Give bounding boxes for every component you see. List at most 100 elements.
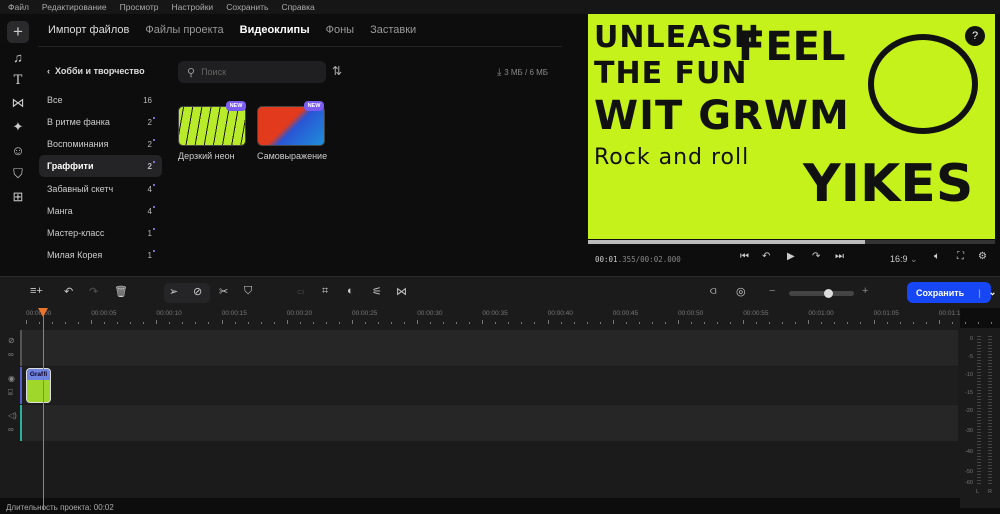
tab-project-files[interactable]: Файлы проекта <box>145 24 223 36</box>
playhead[interactable] <box>43 310 44 510</box>
ruler-tick <box>26 320 27 324</box>
ruler-tick <box>990 322 992 324</box>
help-icon[interactable]: ? <box>965 26 985 46</box>
category-item[interactable]: Все 16 <box>39 89 162 111</box>
zoom-slider-handle[interactable] <box>824 289 833 298</box>
eye-icon[interactable]: ◉ <box>8 374 15 383</box>
sticker-icon[interactable]: ☺ <box>7 139 29 161</box>
menu-help[interactable]: Справка <box>281 2 314 12</box>
category-count: 4 <box>147 183 156 194</box>
skip-start-icon[interactable]: ⏮ <box>740 251 749 262</box>
lock-icon[interactable]: ⌸ <box>8 388 13 398</box>
ruler-tick <box>534 322 536 324</box>
delete-icon[interactable]: 🗑︎ <box>114 285 128 298</box>
step-back-icon[interactable]: ↶ <box>762 251 770 262</box>
adjust-icon[interactable]: ⚟ <box>372 285 382 298</box>
ruler-tick <box>925 322 927 324</box>
cut-icon[interactable]: ✂ <box>219 285 228 298</box>
tab-backgrounds[interactable]: Фоны <box>326 24 354 36</box>
aspect-select[interactable]: 16:9 ⌄ <box>890 254 918 265</box>
speaker-icon[interactable]: ◁) <box>8 411 17 420</box>
ruler-tick <box>508 322 510 324</box>
ruler-label: 00:00:10 <box>156 310 182 317</box>
music-icon[interactable]: ♫ <box>7 46 29 68</box>
new-badge: NEW <box>226 101 246 111</box>
playhead-handle[interactable] <box>38 308 48 317</box>
category-item-selected[interactable]: Граффити 2 <box>39 155 162 177</box>
timeline-clip[interactable]: Graffi <box>26 368 51 403</box>
play-icon[interactable]: ▶ <box>787 251 795 262</box>
audio-detach-icon[interactable]: ⫏ <box>710 285 716 298</box>
clip-thumbnail[interactable] <box>178 106 246 146</box>
category-item[interactable]: Воспоминания 2 <box>39 133 162 155</box>
hide-icon[interactable]: ⊘ <box>8 336 15 345</box>
tab-videoclips[interactable]: Видеоклипы <box>240 24 310 36</box>
ruler-tick <box>560 322 562 324</box>
category-item[interactable]: Забавный скетч 4 <box>39 178 162 200</box>
text-icon[interactable]: T <box>7 69 29 91</box>
mask-icon[interactable]: ⛉ <box>244 285 252 298</box>
link-icon[interactable]: ∞ <box>8 350 14 359</box>
ruler-tick <box>951 322 953 324</box>
add-media-icon[interactable]: + <box>7 21 29 43</box>
ruler-tick <box>769 322 771 324</box>
overlay-track[interactable] <box>20 330 958 366</box>
clip-thumbnail[interactable] <box>257 106 325 146</box>
ruler-tick <box>521 322 523 324</box>
volume-icon[interactable]: 🔈︎ <box>934 251 940 262</box>
search-input[interactable]: ⚲ Поиск <box>178 61 326 83</box>
effects-icon[interactable]: ✦ <box>7 116 29 138</box>
ruler-tick <box>821 322 823 324</box>
category-item[interactable]: Милая Корея 1 <box>39 244 162 266</box>
crop-icon[interactable]: ⌗ <box>322 285 328 298</box>
tab-intros[interactable]: Заставки <box>370 24 416 36</box>
ruler-tick <box>625 322 627 324</box>
menu-settings[interactable]: Настройки <box>172 2 214 12</box>
add-track-icon[interactable]: ≡+ <box>30 285 43 297</box>
fullscreen-icon[interactable]: ⛶ <box>957 251 964 262</box>
category-item[interactable]: Мастер-класс 1 <box>39 222 162 244</box>
captions-icon[interactable]: ▭ <box>297 287 305 296</box>
ruler-tick <box>365 322 366 324</box>
category-item[interactable]: Манга 4 <box>39 200 162 222</box>
zoom-in-icon[interactable]: + <box>862 285 868 297</box>
skip-end-icon[interactable]: ⏭ <box>835 251 844 262</box>
apps-icon[interactable]: ⊞ <box>7 186 29 208</box>
video-track[interactable] <box>20 367 958 404</box>
ruler-label: 00:00:15 <box>221 310 247 317</box>
transition-icon[interactable]: ⋈ <box>396 285 407 298</box>
category-item[interactable]: В ритме фанка 2 <box>39 111 162 133</box>
meter-level-label: -15 <box>965 390 973 396</box>
blade-tool-icon[interactable]: ⊘ <box>193 285 202 298</box>
store-icon[interactable]: ⛉ <box>7 163 29 185</box>
tab-import[interactable]: Импорт файлов <box>48 24 129 36</box>
speed-icon[interactable]: ◎ <box>736 285 746 298</box>
zoom-slider[interactable] <box>789 291 854 296</box>
chevron-down-icon[interactable]: ⌄ <box>989 287 997 298</box>
menu-save[interactable]: Сохранить <box>226 2 268 12</box>
link-icon[interactable]: ∞ <box>8 425 14 434</box>
menu-file[interactable]: Файл <box>8 2 29 12</box>
select-tool-icon[interactable]: ➢ <box>169 285 178 298</box>
save-button[interactable]: Сохранить | ⌄ <box>907 282 996 303</box>
ruler-tick <box>456 322 458 324</box>
ruler-tick <box>704 322 705 324</box>
sort-icon[interactable]: ⇅ <box>332 64 342 78</box>
audio-track[interactable] <box>20 405 958 441</box>
seek-bar[interactable] <box>588 240 995 244</box>
transition-icon[interactable]: ⋈ <box>7 92 29 114</box>
undo-icon[interactable]: ↶ <box>64 285 73 298</box>
meter-level-label: -30 <box>965 428 973 434</box>
zoom-out-icon[interactable]: − <box>769 285 775 297</box>
ruler-tick <box>860 322 862 324</box>
color-icon[interactable]: ◐ <box>347 285 354 297</box>
step-forward-icon[interactable]: ↷ <box>812 251 820 262</box>
category-back[interactable]: ‹ Хобби и творчество <box>47 66 145 76</box>
redo-icon[interactable]: ↷ <box>89 285 98 298</box>
settings-icon[interactable]: ⚙ <box>978 251 987 262</box>
ruler-tick <box>325 322 327 324</box>
menu-view[interactable]: Просмотр <box>120 2 159 12</box>
video-preview[interactable]: UNLEASH THE FUN WIT GRWM Rock and roll F… <box>588 14 995 239</box>
menu-edit[interactable]: Редактирование <box>42 2 107 12</box>
ruler-tick <box>338 322 340 324</box>
